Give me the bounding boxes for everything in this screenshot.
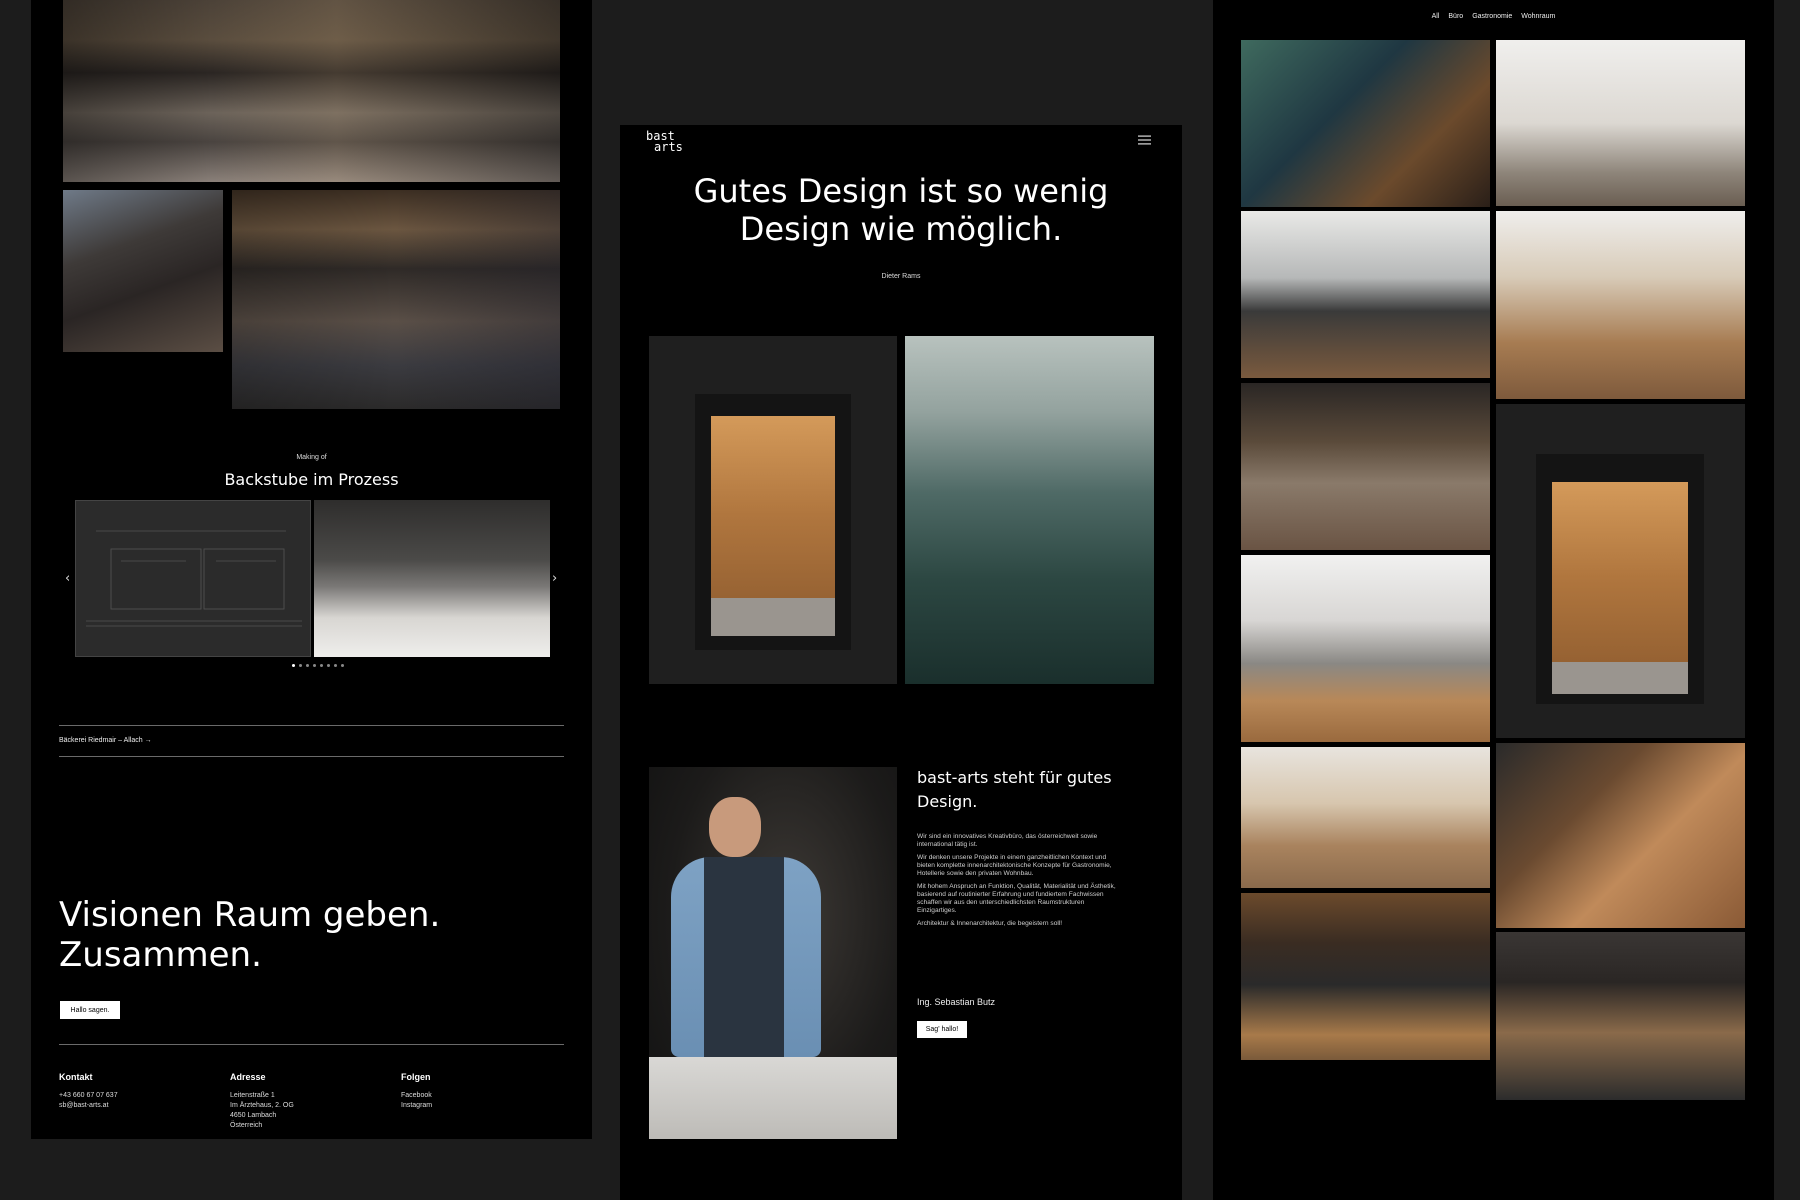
footer-folgen: Folgen Facebook Instagram (401, 1072, 561, 1111)
carousel-dot[interactable] (292, 664, 295, 667)
wardrobe-niche-photo (649, 336, 897, 684)
portfolio-tile[interactable] (1496, 211, 1745, 399)
footer-divider (59, 1044, 564, 1045)
portfolio-tile[interactable] (1241, 555, 1490, 742)
owners-in-bakery-photo (232, 190, 560, 409)
quote-line: Gutes Design ist so wenig (693, 172, 1109, 210)
about-paragraph: Mit hohem Anspruch an Funktion, Qualität… (917, 883, 1116, 914)
address-line: Österreich (230, 1122, 263, 1129)
menu-button[interactable] (1138, 130, 1151, 145)
footer-adresse-title: Adresse (230, 1072, 266, 1082)
footer-folgen-title: Folgen (401, 1072, 431, 1082)
about-text: Wir sind ein innovatives Kreativbüro, da… (917, 833, 1122, 933)
about-title-line: bast-arts steht für gutes (917, 768, 1112, 787)
carousel-prev-button[interactable]: ‹ (65, 572, 70, 585)
chevron-left-icon: ‹ (65, 571, 71, 586)
carousel-dot[interactable] (341, 664, 344, 667)
category-filter: All Büro Gastronomie Wohnraum (1213, 13, 1774, 20)
filter-buero[interactable]: Büro (1448, 13, 1463, 20)
portfolio-tile[interactable] (1241, 893, 1490, 1060)
filter-wohnraum[interactable]: Wohnraum (1521, 13, 1555, 20)
portfolio-tile[interactable] (1241, 211, 1490, 378)
quote-line: Design wie möglich. (739, 210, 1063, 248)
carousel-dot[interactable] (306, 664, 309, 667)
carousel-dot[interactable] (299, 664, 302, 667)
footer-kontakt: Kontakt +43 660 67 07 637 sb@bast-arts.a… (59, 1072, 219, 1111)
wireframe-drawing (86, 530, 302, 627)
laptop-plans-slide (314, 500, 550, 657)
misty-forest-photo (905, 336, 1154, 684)
carousel-dot[interactable] (313, 664, 316, 667)
headline-line: Zusammen. (59, 935, 262, 975)
footer-phone[interactable]: +43 660 67 07 637 (59, 1091, 219, 1101)
project-detail-page: Making of Backstube im Prozess ‹ › Bäcke… (31, 0, 592, 1139)
logo-line: arts (654, 140, 683, 154)
portfolio-tile[interactable] (1496, 743, 1745, 928)
portfolio-tile[interactable] (1241, 747, 1490, 888)
portfolio-tile[interactable] (1241, 383, 1490, 550)
carousel-next-button[interactable]: › (552, 572, 557, 585)
chevron-right-icon: › (552, 571, 558, 586)
backstube-title: Backstube im Prozess (224, 470, 399, 489)
instagram-link[interactable]: Instagram (401, 1101, 561, 1111)
photographer-photo (63, 190, 223, 352)
design-quote: Gutes Design ist so wenig Design wie mög… (620, 172, 1182, 248)
quote-author: Dieter Rams (881, 273, 921, 280)
bakery-counter-photo (63, 0, 560, 182)
about-paragraph: Architektur & Innenarchitektur, die bege… (917, 920, 1063, 927)
portfolio-tile[interactable] (1496, 40, 1745, 206)
address-line: Leitenstraße 1 (230, 1092, 275, 1099)
facebook-link[interactable]: Facebook (401, 1091, 561, 1101)
wireframe-slide (75, 500, 311, 657)
home-page: bast arts Gutes Design ist so wenig Desi… (620, 125, 1182, 1200)
headline-line: Visionen Raum geben. (59, 895, 441, 935)
making-of-label: Making of (296, 454, 327, 461)
carousel-dot[interactable] (334, 664, 337, 667)
brand-logo[interactable]: bast arts (646, 130, 683, 154)
project-link[interactable]: Bäckerei Riedmair – Allach → (59, 737, 152, 744)
filter-all[interactable]: All (1432, 13, 1440, 20)
hello-button[interactable]: Hallo sagen. (60, 1001, 120, 1019)
portfolio-tile[interactable] (1496, 404, 1745, 738)
portfolio-tile[interactable] (1496, 932, 1745, 1100)
address-line: Im Ärztehaus, 2. OG (230, 1102, 294, 1109)
footer-kontakt-title: Kontakt (59, 1072, 93, 1082)
divider (59, 725, 564, 726)
footer-adresse: Adresse Leitenstraße 1 Im Ärztehaus, 2. … (230, 1072, 390, 1131)
about-title-line: Design. (917, 792, 978, 811)
address-line: 4650 Lambach (230, 1112, 277, 1119)
visionen-headline: Visionen Raum geben. Zusammen. (59, 895, 440, 975)
say-hello-button[interactable]: Sag' hallo! (917, 1021, 967, 1038)
footer-email[interactable]: sb@bast-arts.at (59, 1101, 219, 1111)
about-paragraph: Wir denken unsere Projekte in einem ganz… (917, 854, 1112, 877)
carousel-dot[interactable] (327, 664, 330, 667)
divider (59, 756, 564, 757)
carousel-dots[interactable] (292, 664, 344, 667)
about-paragraph: Wir sind ein innovatives Kreativbüro, da… (917, 833, 1098, 848)
carousel-dot[interactable] (320, 664, 323, 667)
founder-portrait-photo (649, 767, 897, 1139)
about-title: bast-arts steht für gutes Design. (917, 766, 1157, 814)
portfolio-tile[interactable] (1241, 40, 1490, 207)
hamburger-menu-icon (1138, 135, 1151, 145)
portfolio-page: All Büro Gastronomie Wohnraum (1213, 0, 1774, 1200)
filter-gastronomie[interactable]: Gastronomie (1472, 13, 1512, 20)
signature: Ing. Sebastian Butz (917, 997, 996, 1007)
